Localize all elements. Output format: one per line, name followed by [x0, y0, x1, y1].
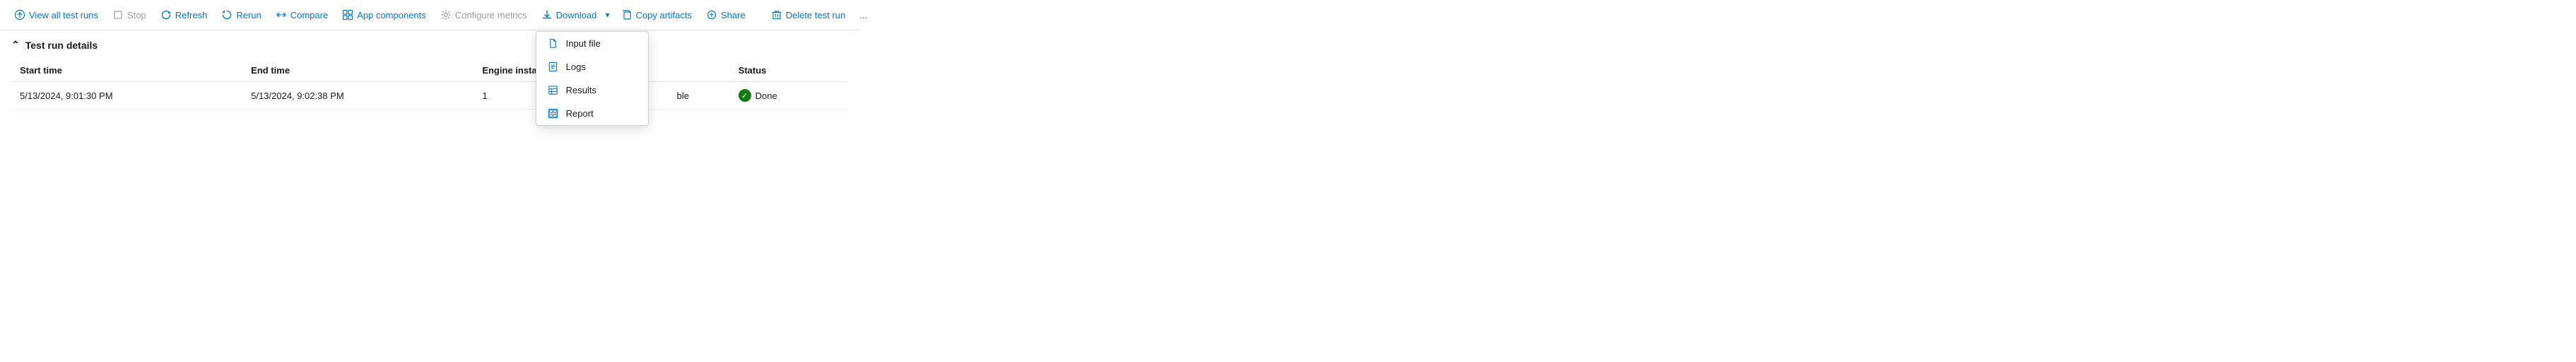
collapse-icon: ⌃	[11, 39, 20, 51]
status-label: Done	[755, 90, 777, 101]
results-icon	[548, 85, 559, 95]
download-group: Download ▾ Input file	[536, 6, 613, 24]
refresh-label: Refresh	[175, 10, 208, 21]
download-label: Download	[556, 10, 597, 21]
delete-test-run-label: Delete test run	[786, 10, 846, 21]
report-icon	[548, 108, 559, 119]
copy-artifacts-icon	[621, 9, 633, 21]
copy-artifacts-button[interactable]: Copy artifacts	[616, 6, 698, 24]
cell-description: ble	[669, 82, 730, 110]
share-icon	[706, 9, 717, 21]
col-header-end-time: End time	[242, 59, 474, 82]
delete-test-run-button[interactable]: Delete test run	[765, 6, 852, 24]
stop-icon	[112, 9, 124, 21]
share-button[interactable]: Share	[700, 6, 751, 24]
download-dropdown: Input file Logs	[536, 31, 649, 126]
status-done: ✓ Done	[739, 89, 839, 102]
stop-label: Stop	[127, 10, 146, 21]
app-components-label: App components	[357, 10, 426, 21]
refresh-button[interactable]: Refresh	[155, 6, 213, 24]
configure-metrics-button[interactable]: Configure metrics	[435, 6, 533, 24]
dropdown-item-input-file[interactable]: Input file	[536, 32, 648, 55]
refresh-icon	[160, 9, 172, 21]
file-icon	[548, 38, 559, 49]
view-all-button[interactable]: View all test runs	[8, 6, 104, 24]
section-header[interactable]: ⌃ Test run details	[11, 39, 847, 51]
configure-metrics-icon	[440, 9, 452, 21]
status-done-icon: ✓	[739, 89, 751, 102]
dropdown-item-report[interactable]: Report	[536, 102, 648, 125]
view-all-label: View all test runs	[29, 10, 98, 21]
section-title: Test run details	[25, 40, 98, 51]
col-header-empty	[669, 59, 730, 82]
rerun-icon	[221, 9, 233, 21]
more-icon: ...	[859, 10, 867, 21]
compare-icon	[276, 9, 287, 21]
compare-button[interactable]: Compare	[270, 6, 334, 24]
dropdown-item-results[interactable]: Results	[536, 78, 648, 102]
main-content: ⌃ Test run details Start time End time E…	[0, 30, 859, 118]
dropdown-item-logs-label: Logs	[566, 62, 586, 72]
test-run-table: Start time End time Engine instances Sta…	[11, 59, 847, 110]
table-row: 5/13/2024, 9:01:30 PM 5/13/2024, 9:02:38…	[11, 82, 847, 110]
download-chevron-button[interactable]: ▾	[602, 6, 612, 23]
rerun-label: Rerun	[236, 10, 261, 21]
share-label: Share	[721, 10, 746, 21]
download-icon	[541, 9, 553, 21]
cell-status: ✓ Done	[730, 82, 847, 110]
stop-button[interactable]: Stop	[107, 6, 152, 24]
download-button[interactable]: Download	[536, 6, 603, 24]
app-components-icon	[342, 9, 353, 21]
dropdown-item-logs[interactable]: Logs	[536, 55, 648, 78]
dropdown-item-report-label: Report	[566, 108, 594, 119]
rerun-button[interactable]: Rerun	[216, 6, 266, 24]
col-header-start-time: Start time	[11, 59, 242, 82]
col-header-status: Status	[730, 59, 847, 82]
logs-icon	[548, 62, 559, 72]
delete-icon	[771, 9, 782, 21]
dropdown-item-input-file-label: Input file	[566, 38, 601, 49]
chevron-down-icon: ▾	[605, 10, 609, 20]
copy-artifacts-label: Copy artifacts	[636, 10, 692, 21]
more-button[interactable]: ...	[854, 6, 873, 24]
dropdown-item-results-label: Results	[566, 85, 596, 95]
configure-metrics-label: Configure metrics	[455, 10, 527, 21]
toolbar: View all test runs Stop Refresh Rerun	[0, 0, 859, 30]
cell-start-time: 5/13/2024, 9:01:30 PM	[11, 82, 242, 110]
cell-end-time: 5/13/2024, 9:02:38 PM	[242, 82, 474, 110]
compare-label: Compare	[290, 10, 328, 21]
view-all-icon	[14, 9, 25, 21]
app-components-button[interactable]: App components	[336, 6, 432, 24]
